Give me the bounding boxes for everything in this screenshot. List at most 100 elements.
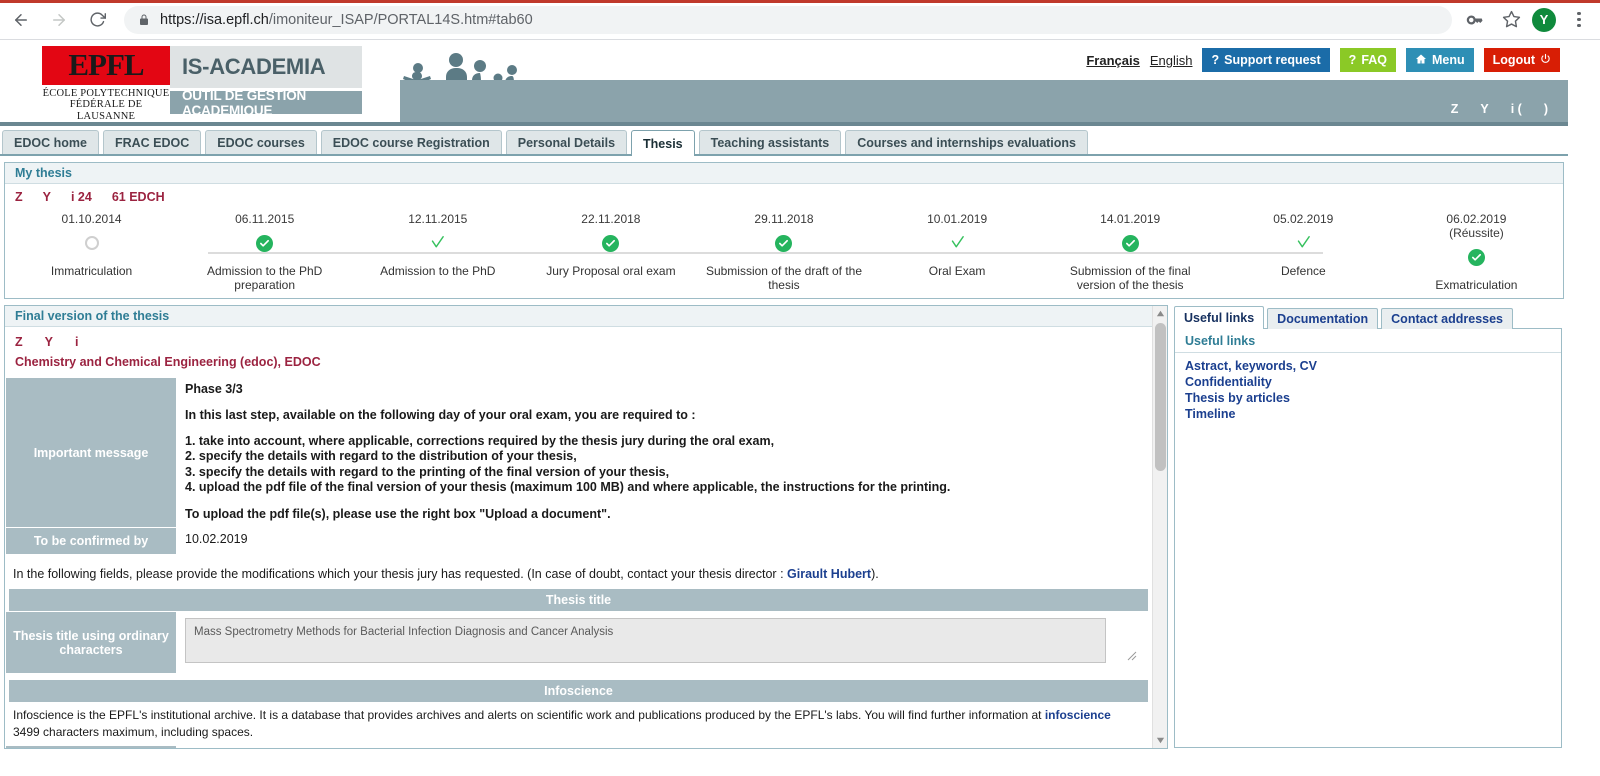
- timeline-item-defence[interactable]: 05.02.2019 Defence: [1217, 212, 1390, 292]
- timeline-label: Submission of the draft of the thesis: [705, 264, 863, 292]
- tab-edoc-course-registration[interactable]: EDOC course Registration: [320, 130, 502, 154]
- timeline-date: 12.11.2015: [408, 212, 468, 226]
- tab-edoc-courses[interactable]: EDOC courses: [205, 130, 317, 154]
- timeline-date: 01.10.2014: [61, 212, 122, 226]
- scroll-up-arrow-icon[interactable]: [1153, 306, 1167, 321]
- my-thesis-student-row: Z Y i 24 61 EDCH: [5, 184, 1563, 208]
- timeline-item-submission-final-version[interactable]: 14.01.2019 Submission of the final versi…: [1044, 212, 1217, 292]
- sidebar-tab-documentation[interactable]: Documentation: [1267, 308, 1379, 329]
- sidebar-body: Useful links Astract, keywords, CV Confi…: [1174, 328, 1562, 748]
- forward-button[interactable]: [42, 3, 76, 37]
- timeline-item-jury-proposal-oral-exam[interactable]: 22.11.2018 Jury Proposal oral exam: [524, 212, 697, 292]
- timeline-marker-check-circle-icon: [1467, 244, 1485, 270]
- timeline-date: 10.01.2019: [927, 212, 988, 226]
- important-message-content: Phase 3/3 In this last step, available o…: [176, 377, 1147, 528]
- sidebar-link-thesis-by-articles[interactable]: Thesis by articles: [1185, 391, 1561, 406]
- sidebar-link-timeline[interactable]: Timeline: [1185, 407, 1561, 422]
- user-field-1: Y: [1480, 102, 1489, 116]
- timeline-item-immatriculation[interactable]: 01.10.2014 Immatriculation: [5, 212, 178, 292]
- browser-menu-icon[interactable]: [1566, 12, 1592, 27]
- thesis-director-link[interactable]: Girault Hubert: [787, 567, 871, 581]
- infoscience-link[interactable]: infoscience: [1045, 708, 1111, 722]
- back-button[interactable]: [4, 3, 38, 37]
- tab-teaching-assistants[interactable]: Teaching assistants: [698, 130, 842, 154]
- timeline-date: 14.01.2019: [1100, 212, 1161, 226]
- final-version-scroll-viewport: Final version of the thesis Z Y i Chemis…: [5, 306, 1152, 748]
- language-link-english[interactable]: English: [1150, 53, 1193, 68]
- character-limit-note: 3499 characters maximum, including space…: [13, 725, 254, 739]
- timeline-marker-check-circle-icon: [1121, 230, 1139, 256]
- important-message-label: Important message: [5, 377, 177, 528]
- app-title: IS-ACADEMIA: [170, 46, 362, 88]
- abstract-table: Abstract in English for infoscience: [5, 745, 1147, 748]
- app-brand: IS-ACADEMIA OUTIL DE GESTION ACADEMIQUE: [170, 40, 362, 122]
- timeline-item-oral-exam[interactable]: 10.01.2019 Oral Exam: [871, 212, 1044, 292]
- home-icon: [1415, 53, 1427, 68]
- header-right-area: Français English ? Support request ? FAQ…: [400, 40, 1568, 122]
- sidebar-link-abstract-keywords-cv[interactable]: Astract, keywords, CV: [1185, 359, 1561, 374]
- scrollbar-thumb[interactable]: [1155, 323, 1166, 471]
- table-row-to-be-confirmed: To be confirmed by 10.02.2019: [5, 527, 1147, 555]
- reload-button[interactable]: [80, 3, 114, 37]
- epfl-logo[interactable]: EPFL ÉCOLE POLYTECHNIQUE FÉDÉRALE DE LAU…: [42, 40, 170, 122]
- profile-avatar[interactable]: Y: [1532, 7, 1556, 32]
- timeline-label: Submission of the final version of the t…: [1069, 264, 1191, 292]
- sidebar-link-confidentiality[interactable]: Confidentiality: [1185, 375, 1561, 390]
- sidebar-panel: Useful links Documentation Contact addre…: [1174, 305, 1562, 749]
- final-version-student-row: Z Y i: [5, 327, 1152, 349]
- timeline-marker-check-icon: [949, 230, 966, 256]
- final-version-title: Final version of the thesis: [5, 306, 1152, 327]
- table-row-important-message: Important message Phase 3/3 In this last…: [5, 377, 1147, 528]
- menu-button[interactable]: Menu: [1406, 48, 1474, 72]
- user-field-3: ): [1543, 102, 1548, 116]
- tab-courses-internships-evaluations[interactable]: Courses and internships evaluations: [845, 130, 1089, 154]
- support-request-button[interactable]: ? Support request: [1202, 48, 1330, 72]
- lock-icon: [138, 14, 150, 26]
- timeline-label: Oral Exam: [928, 264, 986, 278]
- timeline-marker-check-circle-icon: [775, 230, 793, 256]
- student-field-1: Y: [44, 335, 53, 349]
- to-be-confirmed-by-label: To be confirmed by: [5, 527, 177, 555]
- important-message-table: Important message Phase 3/3 In this last…: [5, 377, 1147, 555]
- password-key-icon[interactable]: [1460, 5, 1490, 35]
- epfl-subtitle-line2: FÉDÉRALE DE LAUSANNE: [69, 99, 143, 122]
- tab-frac-edoc[interactable]: FRAC EDOC: [102, 130, 202, 154]
- student-field-2: i 24: [70, 190, 92, 204]
- language-link-french[interactable]: Français: [1086, 53, 1139, 68]
- logout-button[interactable]: Logout: [1483, 48, 1560, 72]
- timeline-item-submission-draft[interactable]: 29.11.2018 Submission of the draft of th…: [697, 212, 870, 292]
- sidebar-tab-useful-links[interactable]: Useful links: [1174, 306, 1265, 329]
- thesis-timeline: 01.10.2014 Immatriculation 06.11.2015 Ad…: [5, 208, 1563, 298]
- faq-button[interactable]: ? FAQ: [1339, 48, 1397, 72]
- timeline-item-admission-phd-preparation[interactable]: 06.11.2015 Admission to the PhD preparat…: [178, 212, 351, 292]
- thesis-title-input[interactable]: [185, 617, 1106, 663]
- scroll-down-arrow-icon[interactable]: [1153, 733, 1167, 748]
- sidebar-tabs: Useful links Documentation Contact addre…: [1174, 305, 1562, 329]
- user-field-2: i (: [1510, 102, 1522, 116]
- sidebar-tab-contact-addresses[interactable]: Contact addresses: [1381, 308, 1514, 329]
- tab-personal-details[interactable]: Personal Details: [505, 130, 628, 154]
- infoscience-description: Infoscience is the EPFL's institutional …: [5, 702, 1152, 725]
- power-icon: [1540, 53, 1551, 67]
- timeline-item-admission-phd[interactable]: 12.11.2015 Admission to the PhD: [351, 212, 524, 292]
- modifications-note: In the following fields, please provide …: [5, 555, 1152, 589]
- epfl-subtitle-line1: ÉCOLE POLYTECHNIQUE: [42, 87, 170, 99]
- tab-thesis[interactable]: Thesis: [631, 130, 695, 156]
- app-subtitle: OUTIL DE GESTION ACADEMIQUE: [170, 88, 362, 118]
- bookmark-star-icon[interactable]: [1496, 5, 1526, 35]
- resize-grip-icon: [1127, 651, 1137, 660]
- content-panel-scrollbar[interactable]: [1152, 306, 1167, 748]
- faq-label: FAQ: [1361, 53, 1388, 67]
- timeline-marker-check-circle-icon: [602, 230, 620, 256]
- epfl-logo-subtitle: ÉCOLE POLYTECHNIQUE FÉDÉRALE DE LAUSANNE: [42, 88, 170, 123]
- site-header: EPFL ÉCOLE POLYTECHNIQUE FÉDÉRALE DE LAU…: [0, 40, 1568, 122]
- to-be-confirmed-by-value: 10.02.2019: [176, 527, 1147, 555]
- tab-edoc-home[interactable]: EDOC home: [2, 130, 99, 154]
- intro-text: In this last step, available on the foll…: [185, 407, 696, 422]
- address-bar[interactable]: https://isa.epfl.ch/imoniteur_ISAP/PORTA…: [124, 5, 1452, 34]
- timeline-date: 06.11.2015: [235, 212, 295, 226]
- thesis-title-field-cell: [176, 611, 1147, 674]
- thesis-title-table: Thesis title using ordinary characters: [5, 611, 1147, 674]
- requirement-step: 4. upload the pdf file of the final vers…: [185, 480, 951, 494]
- timeline-item-exmatriculation[interactable]: 06.02.2019 (Réussite) Exmatriculation: [1390, 212, 1563, 292]
